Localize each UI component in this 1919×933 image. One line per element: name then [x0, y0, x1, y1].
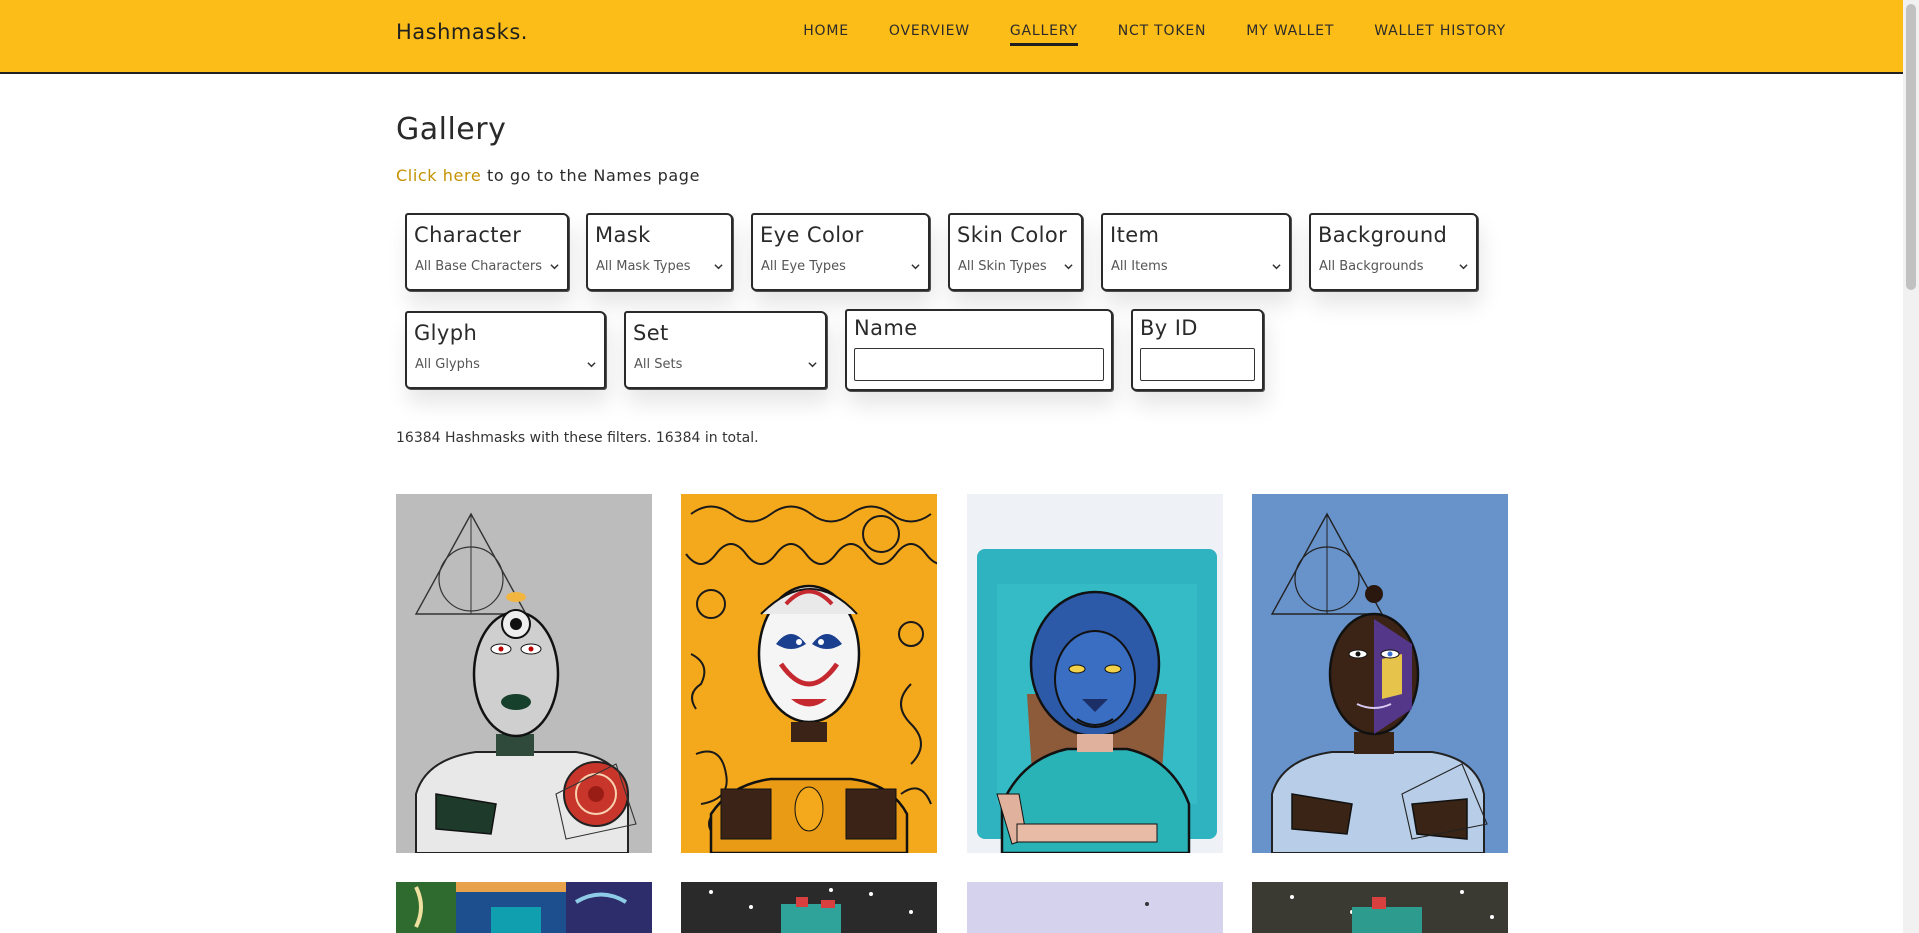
filter-label: Set [633, 321, 669, 345]
hashmask-card[interactable] [396, 882, 652, 933]
page-title: Gallery [396, 112, 507, 147]
id-input[interactable] [1140, 348, 1255, 381]
chevron-down-icon [550, 264, 559, 270]
chevron-down-icon [714, 264, 723, 270]
filter-label: Skin Color [957, 223, 1068, 247]
hashmask-card[interactable] [681, 494, 937, 853]
hashmask-card[interactable] [1252, 494, 1508, 853]
select-value: All Skin Types [958, 259, 1047, 274]
filter-item[interactable]: Item All Items [1101, 213, 1291, 291]
select-value: All Backgrounds [1319, 259, 1424, 274]
background-select[interactable]: All Backgrounds [1319, 259, 1468, 274]
hashmask-artwork-image [396, 494, 652, 853]
hashmask-card[interactable] [967, 882, 1223, 933]
nav-gallery[interactable]: GALLERY [1009, 23, 1078, 46]
character-select[interactable]: All Base Characters [415, 259, 559, 274]
filter-mask[interactable]: Mask All Mask Types [586, 213, 733, 291]
nav-home[interactable]: HOME [803, 23, 849, 46]
filter-label: Mask [595, 223, 651, 247]
page-scrollbar[interactable] [1903, 0, 1919, 933]
filter-label: Eye Color [760, 223, 864, 247]
hashmask-card[interactable] [1252, 882, 1508, 933]
filter-eye-color[interactable]: Eye Color All Eye Types [751, 213, 930, 291]
filter-label: Character [414, 223, 522, 247]
filter-character[interactable]: Character All Base Characters [405, 213, 569, 291]
filter-label: Item [1110, 223, 1160, 247]
chevron-down-icon [808, 362, 817, 368]
filter-glyph[interactable]: Glyph All Glyphs [405, 311, 606, 389]
main-nav: HOME OVERVIEW GALLERY NCT TOKEN MY WALLE… [803, 23, 1506, 46]
hashmask-artwork-image [681, 494, 937, 853]
mask-select[interactable]: All Mask Types [596, 259, 723, 274]
eye-color-select[interactable]: All Eye Types [761, 259, 920, 274]
filter-label: Name [854, 316, 918, 340]
chevron-down-icon [1459, 264, 1468, 270]
hashmask-artwork-image [681, 882, 937, 933]
set-select[interactable]: All Sets [634, 357, 817, 372]
filter-by-id: By ID [1131, 309, 1264, 391]
chevron-down-icon [1272, 264, 1281, 270]
item-select[interactable]: All Items [1111, 259, 1281, 274]
names-page-link[interactable]: Click here [396, 166, 481, 185]
select-value: All Eye Types [761, 259, 846, 274]
glyph-select[interactable]: All Glyphs [415, 357, 596, 372]
hashmask-artwork-image [1252, 882, 1508, 933]
select-value: All Sets [634, 357, 683, 372]
chevron-down-icon [587, 362, 596, 368]
hashmask-card[interactable] [967, 494, 1223, 853]
select-value: All Items [1111, 259, 1168, 274]
filter-label: Glyph [414, 321, 478, 345]
hashmask-artwork-image [967, 882, 1223, 933]
filter-label: By ID [1140, 316, 1198, 340]
hashmask-artwork-image [1252, 494, 1508, 853]
hashmask-card[interactable] [396, 494, 652, 853]
select-value: All Glyphs [415, 357, 480, 372]
skin-color-select[interactable]: All Skin Types [958, 259, 1073, 274]
filter-background[interactable]: Background All Backgrounds [1309, 213, 1478, 291]
filter-set[interactable]: Set All Sets [624, 311, 827, 389]
filter-label: Background [1318, 223, 1448, 247]
top-navigation-bar: Hashmasks. HOME OVERVIEW GALLERY NCT TOK… [0, 0, 1903, 74]
select-value: All Mask Types [596, 259, 691, 274]
names-page-text: to go to the Names page [481, 166, 701, 185]
nav-nct-token[interactable]: NCT TOKEN [1118, 23, 1207, 46]
scrollbar-thumb[interactable] [1906, 4, 1916, 290]
select-value: All Base Characters [415, 259, 542, 274]
filter-name: Name [845, 309, 1113, 391]
chevron-down-icon [911, 264, 920, 270]
hashmask-artwork-image [967, 494, 1223, 853]
nav-wallet-history[interactable]: WALLET HISTORY [1374, 23, 1506, 46]
names-page-hint: Click here to go to the Names page [396, 166, 700, 185]
hashmask-artwork-image [396, 882, 652, 933]
filter-skin-color[interactable]: Skin Color All Skin Types [948, 213, 1083, 291]
brand-logo[interactable]: Hashmasks. [396, 20, 528, 44]
name-input[interactable] [854, 348, 1104, 381]
nav-my-wallet[interactable]: MY WALLET [1246, 23, 1334, 46]
nav-overview[interactable]: OVERVIEW [889, 23, 970, 46]
chevron-down-icon [1064, 264, 1073, 270]
results-count: 16384 Hashmasks with these filters. 1638… [396, 430, 759, 446]
hashmask-card[interactable] [681, 882, 937, 933]
